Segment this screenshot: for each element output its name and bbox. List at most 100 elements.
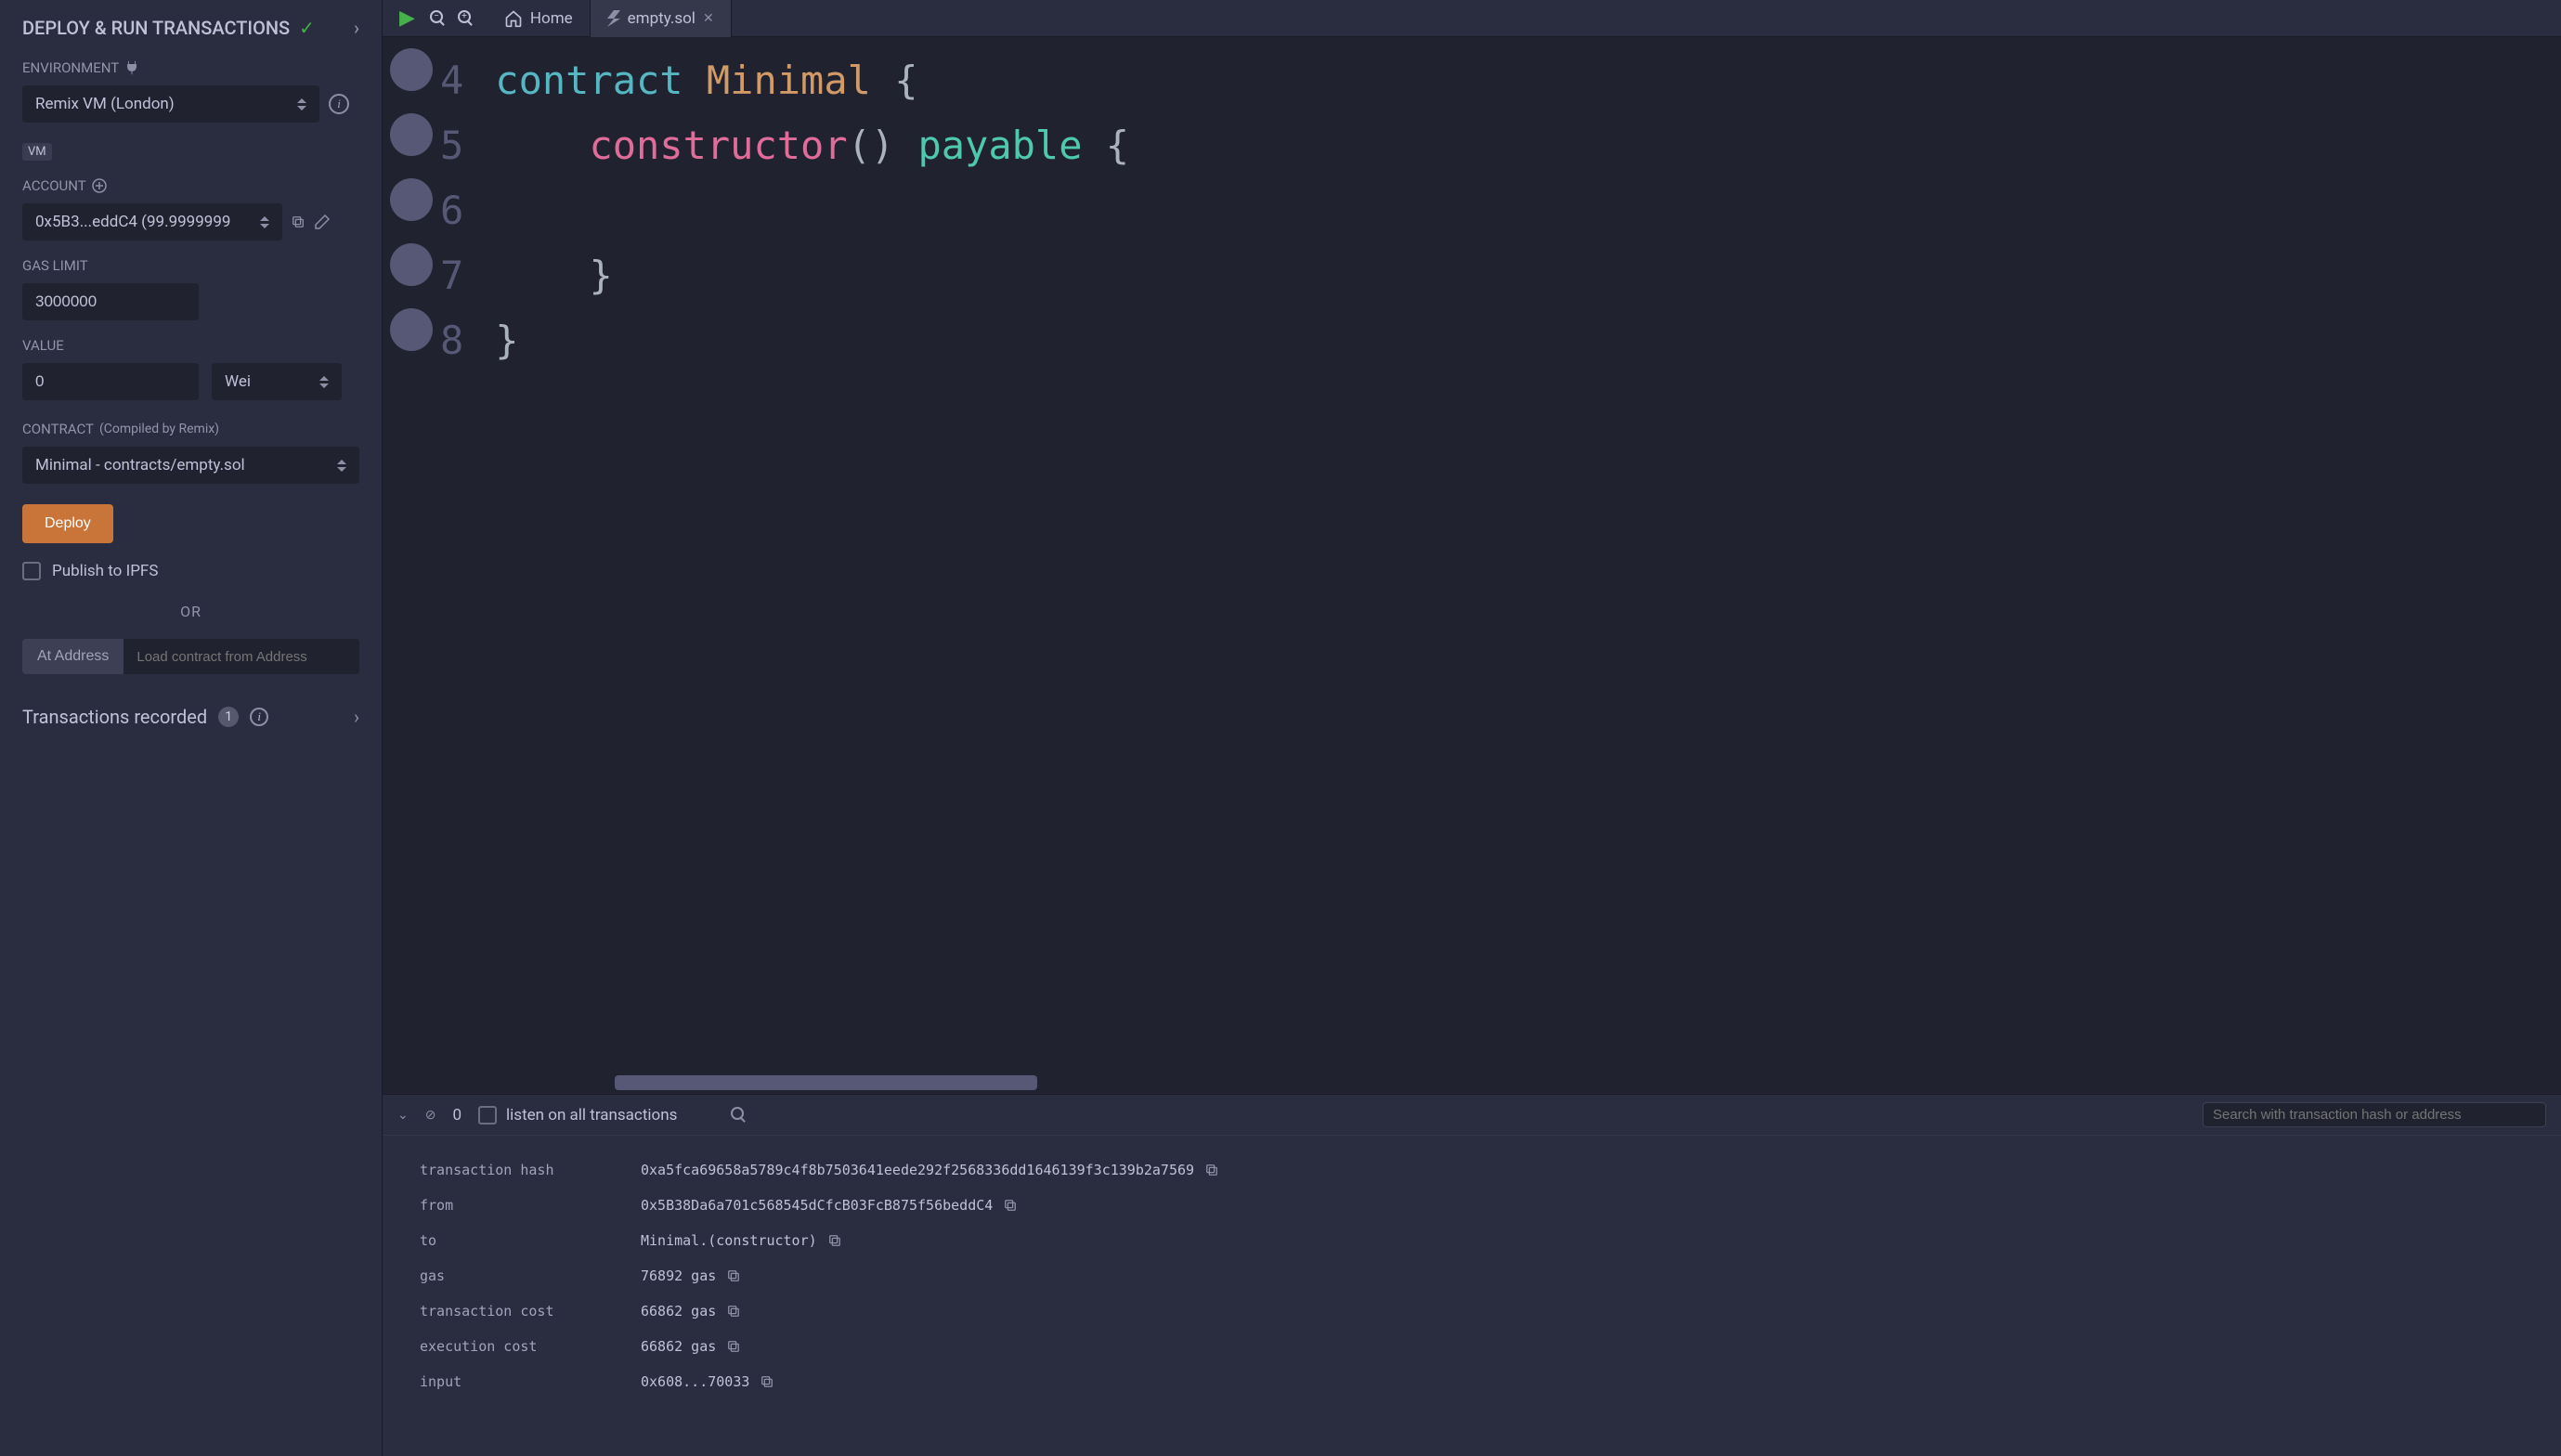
tab-home[interactable]: Home: [488, 0, 591, 37]
listen-all-label: listen on all transactions: [506, 1106, 677, 1124]
at-address-button[interactable]: At Address: [22, 639, 124, 674]
contract-select[interactable]: Minimal - contracts/empty.sol: [22, 447, 359, 484]
value-input[interactable]: [35, 372, 186, 391]
copy-icon[interactable]: [727, 1269, 740, 1282]
panel-collapse-icon[interactable]: ›: [354, 17, 359, 39]
transactions-recorded-info-icon[interactable]: i: [250, 708, 268, 726]
copy-account-icon[interactable]: [292, 215, 305, 228]
breakpoint-dot[interactable]: [390, 308, 433, 351]
publish-ipfs-checkbox[interactable]: [22, 562, 41, 580]
tab-home-label: Home: [530, 9, 573, 28]
gas-limit-label: GAS LIMIT: [22, 257, 359, 274]
dropdown-caret-icon: [337, 460, 346, 472]
terminal-panel: ⌄ ⊘ 0 listen on all transactions transac…: [383, 1094, 2561, 1456]
terminal-search-icon[interactable]: [731, 1107, 744, 1124]
gas-limit-input-wrap: [22, 283, 199, 320]
value-unit-text: Wei: [225, 372, 251, 391]
deploy-sidebar: DEPLOY & RUN TRANSACTIONS ✓ › ENVIRONMEN…: [0, 0, 383, 1456]
dropdown-caret-icon: [260, 216, 269, 228]
account-value: 0x5B3...eddC4 (99.9999999: [35, 213, 260, 231]
terminal-clear-icon[interactable]: ⊘: [425, 1108, 436, 1123]
tx-detail-key: execution cost: [420, 1338, 641, 1355]
tab-close-icon[interactable]: ✕: [703, 11, 714, 26]
environment-label: ENVIRONMENT: [22, 59, 359, 76]
terminal-search-wrap: [2203, 1102, 2546, 1127]
tx-detail-row: from0x5B38Da6a701c568545dCfcB03FcB875f56…: [420, 1188, 2524, 1223]
horizontal-scrollbar[interactable]: [615, 1075, 1037, 1090]
value-input-wrap: [22, 363, 199, 400]
breakpoint-dot[interactable]: [390, 113, 433, 156]
transactions-recorded-label: Transactions recorded: [22, 706, 207, 728]
contract-label-text: CONTRACT: [22, 421, 94, 437]
contract-selected-text: Minimal - contracts/empty.sol: [35, 456, 245, 474]
code-line[interactable]: [495, 178, 1129, 243]
code-content[interactable]: contract Minimal { constructor() payable…: [495, 37, 1129, 1094]
breakpoint-gutter[interactable]: [383, 37, 440, 1094]
value-label: VALUE: [22, 337, 359, 354]
add-account-icon[interactable]: [92, 178, 107, 193]
chevron-right-icon[interactable]: ›: [354, 706, 359, 728]
tx-detail-row: transaction hash0xa5fca69658a5789c4f8b75…: [420, 1152, 2524, 1188]
at-address-input[interactable]: [124, 639, 359, 674]
publish-ipfs-label: Publish to IPFS: [52, 562, 158, 580]
deploy-button[interactable]: Deploy: [22, 504, 113, 543]
terminal-search-input[interactable]: [2213, 1107, 2536, 1123]
dropdown-caret-icon: [297, 98, 306, 110]
code-line[interactable]: }: [495, 308, 1129, 373]
breakpoint-dot[interactable]: [390, 48, 433, 91]
code-editor[interactable]: 45678 contract Minimal { constructor() p…: [383, 37, 2561, 1094]
value-unit-select[interactable]: Wei: [212, 363, 342, 400]
code-line[interactable]: constructor() payable {: [495, 113, 1129, 178]
environment-label-text: ENVIRONMENT: [22, 59, 119, 76]
tx-detail-value: 0x608...70033: [641, 1373, 774, 1390]
environment-value: Remix VM (London): [35, 95, 297, 113]
main-area: ▶ − + Home empty.sol ✕ 45678 contract Mi…: [383, 0, 2561, 1456]
copy-icon[interactable]: [760, 1375, 774, 1388]
panel-title: DEPLOY & RUN TRANSACTIONS ✓ ›: [22, 17, 359, 39]
listen-all-checkbox[interactable]: [478, 1106, 497, 1124]
tx-detail-row: gas76892 gas: [420, 1258, 2524, 1294]
panel-title-text: DEPLOY & RUN TRANSACTIONS: [22, 17, 290, 39]
code-line[interactable]: contract Minimal {: [495, 48, 1129, 113]
line-number-gutter: 45678: [440, 37, 495, 1094]
tx-detail-key: transaction hash: [420, 1162, 641, 1178]
tx-detail-value: Minimal.(constructor): [641, 1232, 841, 1249]
tab-file-empty-sol[interactable]: empty.sol ✕: [591, 0, 732, 37]
run-script-icon[interactable]: ▶: [399, 6, 415, 30]
line-number: 5: [440, 113, 463, 178]
line-number: 6: [440, 178, 463, 243]
or-divider: OR: [22, 603, 359, 620]
tx-detail-row: toMinimal.(constructor): [420, 1223, 2524, 1258]
zoom-in-icon[interactable]: +: [458, 8, 471, 28]
terminal-collapse-icon[interactable]: ⌄: [397, 1108, 409, 1123]
editor-toolbar: ▶ − + Home empty.sol ✕: [383, 0, 2561, 37]
home-icon: [504, 9, 523, 28]
environment-select[interactable]: Remix VM (London): [22, 85, 319, 123]
zoom-out-icon[interactable]: −: [430, 8, 443, 28]
tx-detail-value: 76892 gas: [641, 1268, 740, 1284]
plug-icon: [124, 59, 139, 76]
vm-badge: VM: [22, 143, 52, 161]
solidity-icon: [607, 10, 620, 27]
edit-account-icon[interactable]: [314, 214, 331, 230]
copy-icon[interactable]: [1004, 1199, 1017, 1212]
copy-icon[interactable]: [727, 1305, 740, 1318]
tx-detail-key: input: [420, 1373, 641, 1390]
tx-detail-key: from: [420, 1197, 641, 1214]
account-select[interactable]: 0x5B3...eddC4 (99.9999999: [22, 203, 282, 240]
tx-detail-value: 0xa5fca69658a5789c4f8b7503641eede292f256…: [641, 1162, 1218, 1178]
transactions-recorded-row[interactable]: Transactions recorded 1 i ›: [22, 706, 359, 728]
code-line[interactable]: }: [495, 243, 1129, 308]
line-number: 7: [440, 243, 463, 308]
breakpoint-dot[interactable]: [390, 243, 433, 286]
copy-icon[interactable]: [1205, 1164, 1218, 1176]
transaction-details: transaction hash0xa5fca69658a5789c4f8b75…: [383, 1136, 2561, 1456]
breakpoint-dot[interactable]: [390, 178, 433, 221]
tab-file-label: empty.sol: [628, 9, 696, 28]
terminal-toolbar: ⌄ ⊘ 0 listen on all transactions: [383, 1095, 2561, 1136]
tx-detail-key: gas: [420, 1268, 641, 1284]
environment-info-icon[interactable]: i: [329, 94, 349, 114]
copy-icon[interactable]: [828, 1234, 841, 1247]
gas-limit-input[interactable]: [35, 292, 186, 311]
copy-icon[interactable]: [727, 1340, 740, 1353]
